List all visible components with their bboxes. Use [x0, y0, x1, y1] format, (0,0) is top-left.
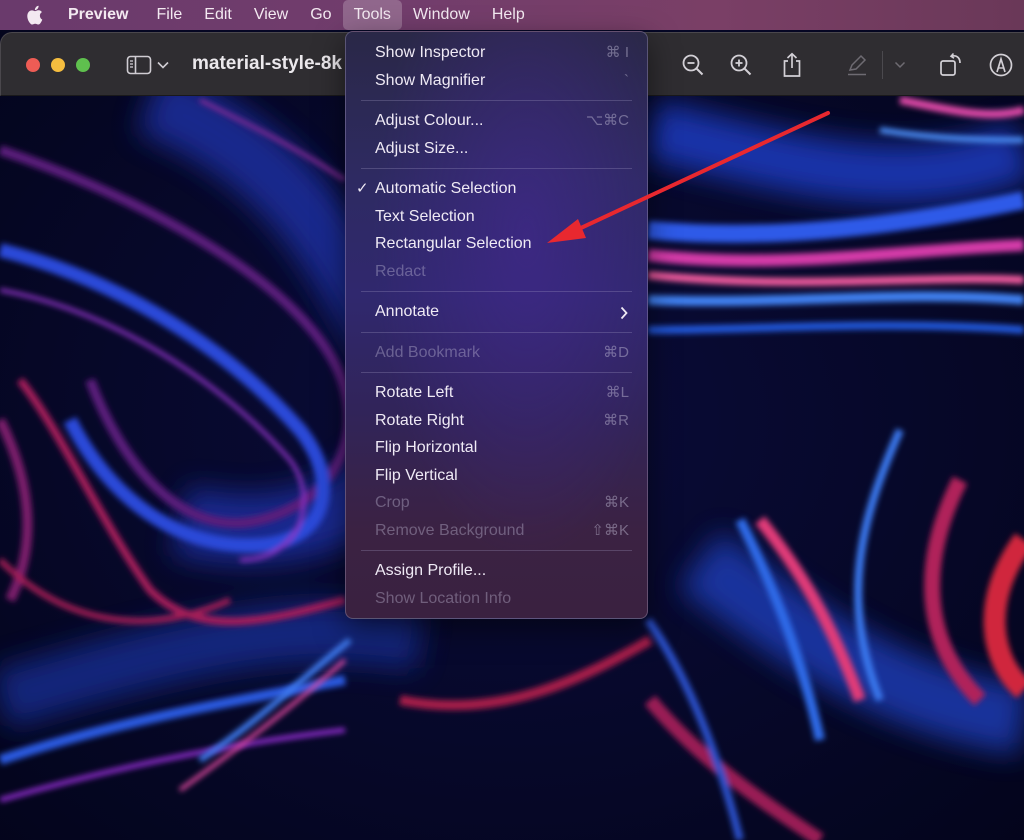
menu-item-label: Add Bookmark	[375, 343, 480, 361]
menu-item-label: Automatic Selection	[375, 180, 517, 197]
menu-item-add-bookmark: Add Bookmark ⌘D	[346, 339, 647, 367]
menu-item-label: Rotate Right	[375, 411, 464, 429]
menu-view[interactable]: View	[243, 0, 299, 30]
highlight-menu-chevron-down-icon[interactable]	[888, 51, 912, 79]
menu-edit[interactable]: Edit	[193, 0, 243, 30]
menu-item-label: Assign Profile...	[375, 562, 487, 579]
menu-file[interactable]: File	[145, 0, 193, 30]
menu-item-adjust-colour[interactable]: Adjust Colour... ⌥⌘C	[346, 107, 647, 135]
menu-item-label: Rectangular Selection	[375, 235, 532, 252]
zoom-out-icon[interactable]	[679, 51, 707, 79]
rotate-icon[interactable]	[937, 51, 965, 79]
menu-help[interactable]: Help	[481, 0, 536, 30]
menu-item-label: Flip Horizontal	[375, 439, 478, 456]
menu-window[interactable]: Window	[402, 0, 481, 30]
menu-item-shortcut: `	[624, 71, 629, 89]
menu-item-shortcut: ⌘ I	[605, 44, 629, 61]
menu-separator	[361, 550, 632, 551]
menu-item-label: Adjust Colour...	[375, 112, 484, 129]
menu-item-flip-horizontal[interactable]: Flip Horizontal	[346, 434, 647, 462]
submenu-chevron-right-icon	[619, 298, 629, 326]
fullscreen-window-button[interactable]	[76, 58, 90, 72]
menu-item-crop: Crop ⌘K	[346, 489, 647, 517]
menu-item-label: Adjust Size...	[375, 139, 469, 157]
menu-separator	[361, 331, 632, 333]
menu-item-rectangular-selection[interactable]: Rectangular Selection	[346, 230, 647, 258]
apple-logo-icon[interactable]	[26, 5, 44, 25]
menu-item-automatic-selection[interactable]: ✓ Automatic Selection	[346, 175, 647, 203]
menu-item-label: Redact	[375, 262, 426, 280]
checkmark-icon: ✓	[356, 180, 369, 197]
menu-item-assign-profile[interactable]: Assign Profile...	[346, 557, 647, 585]
menu-item-label: Remove Background	[375, 521, 525, 539]
toolbar-divider	[882, 51, 883, 79]
menu-item-show-magnifier[interactable]: Show Magnifier `	[346, 67, 647, 95]
sidebar-toggle-icon[interactable]	[125, 51, 153, 79]
menu-item-shortcut: ⌘R	[603, 411, 629, 429]
menu-item-label: Crop	[375, 494, 410, 511]
menu-item-shortcut: ⇧⌘K	[591, 521, 629, 539]
menu-item-label: Text Selection	[375, 207, 475, 225]
menu-separator	[361, 100, 632, 101]
menu-item-show-inspector[interactable]: Show Inspector ⌘ I	[346, 39, 647, 67]
document-title: material-style-8k	[192, 53, 342, 74]
menu-item-show-location-info: Show Location Info	[346, 585, 647, 613]
menu-item-redact: Redact	[346, 258, 647, 286]
share-icon[interactable]	[778, 51, 806, 79]
highlight-pen-icon[interactable]	[843, 51, 871, 79]
sidebar-menu-chevron-down-icon[interactable]	[153, 51, 173, 79]
menu-item-label: Show Inspector	[375, 44, 486, 61]
menu-item-shortcut: ⌥⌘C	[585, 112, 629, 129]
menu-go[interactable]: Go	[299, 0, 342, 30]
menu-item-rotate-right[interactable]: Rotate Right ⌘R	[346, 407, 647, 435]
menu-item-label: Flip Vertical	[375, 466, 458, 484]
menu-item-label: Rotate Left	[375, 384, 454, 401]
menu-separator	[361, 168, 632, 169]
menu-preview[interactable]: Preview	[68, 0, 139, 30]
zoom-in-icon[interactable]	[727, 51, 755, 79]
markup-icon[interactable]	[987, 51, 1015, 79]
menu-item-rotate-left[interactable]: Rotate Left ⌘L	[346, 379, 647, 407]
menu-item-shortcut: ⌘D	[603, 343, 629, 361]
tools-dropdown-menu: Show Inspector ⌘ I Show Magnifier ` Adju…	[345, 31, 648, 619]
menu-item-label: Annotate	[375, 303, 440, 320]
menu-separator	[361, 372, 632, 373]
menu-item-text-selection[interactable]: Text Selection	[346, 203, 647, 231]
menu-tools[interactable]: Tools	[342, 0, 402, 30]
menu-item-annotate[interactable]: Annotate	[346, 298, 647, 326]
close-window-button[interactable]	[26, 58, 40, 72]
menu-item-flip-vertical[interactable]: Flip Vertical	[346, 462, 647, 490]
menu-item-label: Show Magnifier	[375, 71, 486, 89]
menu-bar: Preview File Edit View Go Tools Window H…	[0, 0, 1024, 30]
minimize-window-button[interactable]	[51, 58, 65, 72]
menu-item-label: Show Location Info	[375, 589, 512, 607]
menu-item-adjust-size[interactable]: Adjust Size...	[346, 135, 647, 163]
menu-item-remove-background: Remove Background ⇧⌘K	[346, 517, 647, 545]
menu-separator	[361, 291, 632, 292]
menu-item-shortcut: ⌘L	[605, 384, 629, 401]
menu-item-shortcut: ⌘K	[603, 494, 629, 511]
